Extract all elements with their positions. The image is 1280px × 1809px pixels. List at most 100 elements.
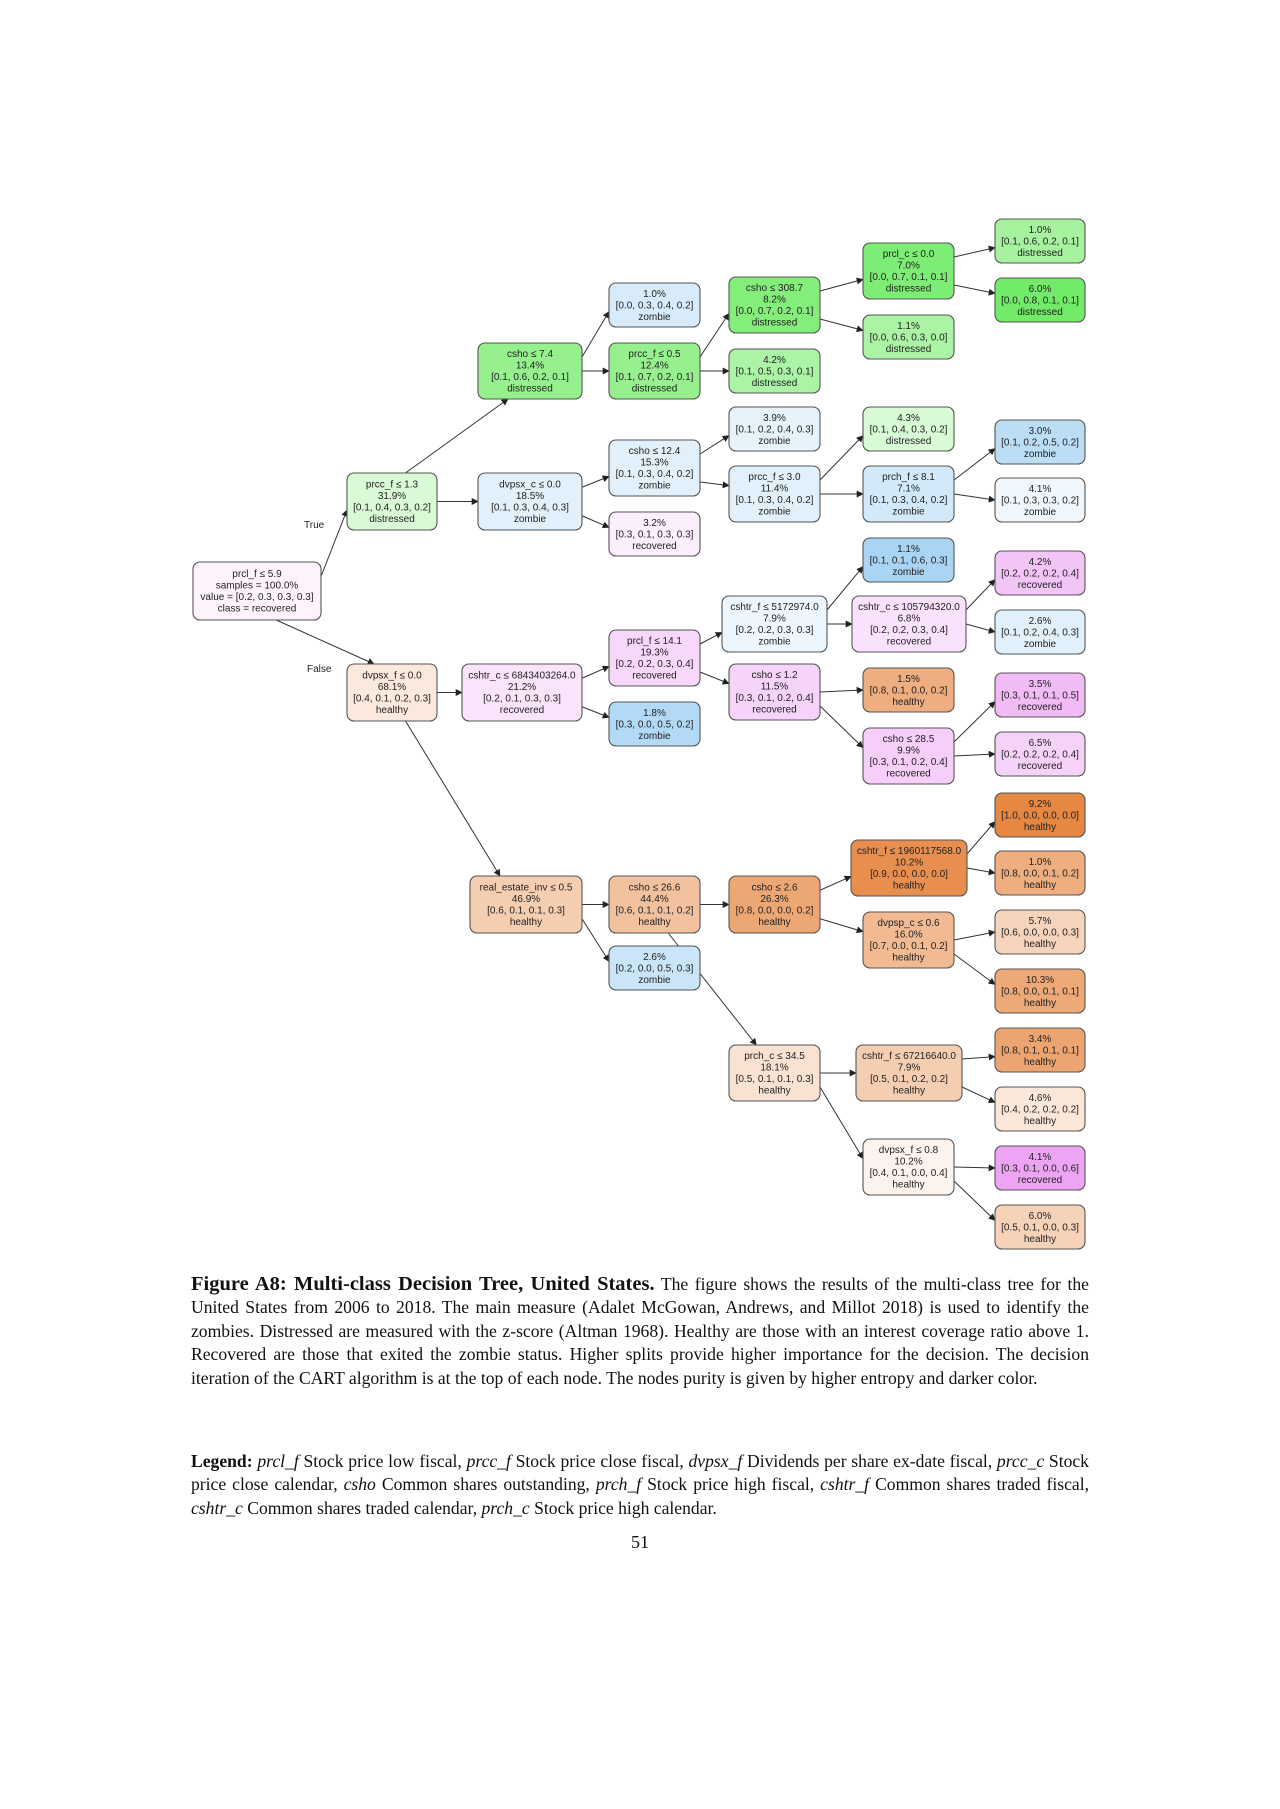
node-line: [0.6, 0.1, 0.1, 0.2] (616, 906, 694, 917)
tree-node-healthy: csho ≤ 26.644.4%[0.6, 0.1, 0.1, 0.2]heal… (608, 875, 701, 934)
tree-edge (405, 720, 501, 877)
node-line: prcl_f ≤ 14.1 (627, 636, 682, 647)
tree-node-zombie: 4.1%[0.1, 0.3, 0.3, 0.2]zombie (994, 477, 1086, 523)
node-line: 44.4% (640, 894, 668, 905)
node-line: 3.0% (1029, 426, 1052, 437)
node-line: 11.5% (761, 682, 789, 693)
figure-title: Figure A8: Multi-class Decision Tree, Un… (191, 1273, 655, 1295)
node-line: healthy (893, 881, 925, 892)
node-line: zombie (514, 514, 547, 525)
node-line: zombie (758, 436, 791, 447)
node-line: [0.5, 0.1, 0.2, 0.2] (870, 1074, 948, 1085)
legend-description: Stock price high calendar. (534, 1497, 717, 1518)
tree-node-healthy: 1.5%[0.8, 0.1, 0.0, 0.2]healthy (862, 667, 955, 713)
node-line: healthy (1024, 939, 1056, 950)
tree-edge (405, 398, 509, 474)
node-line: 3.2% (643, 518, 666, 529)
node-line: zombie (638, 481, 671, 492)
tree-edge (953, 245, 996, 258)
node-line: recovered (886, 769, 930, 780)
legend-description: Common shares outstanding, (381, 1474, 590, 1495)
tree-node-healthy: 9.2%[1.0, 0.0, 0.0, 0.0]healthy (994, 792, 1086, 838)
tree-node-zombie: 3.0%[0.1, 0.2, 0.5, 0.2]zombie (994, 419, 1086, 465)
tree-edge (953, 284, 996, 296)
node-line: 68.1% (378, 682, 406, 693)
node-line: 5.7% (1029, 916, 1052, 927)
node-line: distressed (507, 384, 553, 395)
node-line: zombie (638, 975, 671, 986)
node-line: [0.3, 0.0, 0.5, 0.2] (616, 719, 694, 730)
legend-item: prch_f Stock price high fiscal, (590, 1474, 814, 1494)
node-line: samples = 100.0% (216, 581, 299, 592)
tree-node-recovered: 6.5%[0.2, 0.2, 0.2, 0.4]recovered (994, 731, 1086, 777)
tree-node-distressed: 6.0%[0.0, 0.8, 0.1, 0.1]distressed (994, 277, 1086, 323)
node-line: [0.2, 0.2, 0.3, 0.3] (736, 625, 814, 636)
tree-node-recovered: 3.2%[0.3, 0.1, 0.3, 0.3]recovered (608, 511, 701, 557)
node-line: 6.0% (1029, 1211, 1052, 1222)
node-line: [1.0, 0.0, 0.0, 0.0] (1001, 810, 1079, 821)
node-line: [0.0, 0.3, 0.4, 0.2] (616, 300, 694, 311)
node-line: 6.8% (898, 614, 921, 625)
node-line: zombie (892, 507, 925, 518)
tree-node-healthy: 5.7%[0.6, 0.0, 0.0, 0.3]healthy (994, 909, 1086, 955)
node-line: prch_f ≤ 8.1 (882, 472, 935, 483)
node-line: zombie (758, 507, 791, 518)
node-line: healthy (1024, 880, 1056, 891)
legend-variable: prcc_c (992, 1451, 1049, 1471)
node-line: [0.3, 0.1, 0.2, 0.4] (870, 757, 948, 768)
tree-node-distressed: prcc_f ≤ 0.512.4%[0.1, 0.7, 0.2, 0.1]dis… (608, 342, 701, 400)
node-line: [0.5, 0.1, 0.1, 0.3] (736, 1074, 814, 1085)
tree-edge (966, 867, 996, 876)
tree-edge (953, 448, 996, 481)
tree-node-healthy: 3.4%[0.8, 0.1, 0.1, 0.1]healthy (994, 1027, 1086, 1073)
node-line: [0.9, 0.0, 0.0, 0.0] (870, 869, 948, 880)
node-line: [0.3, 0.1, 0.1, 0.5] (1001, 690, 1079, 701)
legend-description: Stock price close fiscal, (515, 1451, 684, 1471)
tree-edge (699, 481, 730, 489)
node-line: healthy (892, 697, 924, 708)
node-line: csho ≤ 12.4 (629, 446, 681, 457)
tree-edge (819, 918, 864, 934)
tree-edge (699, 435, 730, 455)
tree-edge (275, 619, 375, 665)
node-line: [0.1, 0.2, 0.5, 0.2] (1001, 437, 1079, 448)
tree-edge (819, 318, 864, 333)
legend-variable: csho (337, 1474, 382, 1495)
node-line: [0.1, 0.3, 0.4, 0.3] (491, 503, 569, 514)
node-line: healthy (758, 1086, 790, 1097)
node-line: healthy (1024, 1116, 1056, 1127)
node-line: [0.1, 0.2, 0.4, 0.3] (736, 424, 814, 435)
node-line: [0.5, 0.1, 0.0, 0.3] (1001, 1222, 1079, 1233)
node-line: dvpsx_f ≤ 0.0 (362, 671, 422, 682)
node-line: zombie (638, 312, 671, 323)
node-line: healthy (893, 1086, 925, 1097)
node-line: 31.9% (378, 491, 406, 502)
tree-edge (961, 1053, 996, 1061)
node-line: 18.5% (516, 491, 544, 502)
node-line: 18.1% (760, 1063, 788, 1074)
node-line: healthy (892, 1180, 924, 1191)
node-line: [0.4, 0.1, 0.2, 0.3] (353, 694, 431, 705)
node-line: [0.6, 0.1, 0.1, 0.3] (487, 906, 565, 917)
node-line: [0.4, 0.1, 0.0, 0.4] (870, 1168, 948, 1179)
legend-title: Legend: (191, 1451, 253, 1471)
tree-node-healthy: 1.0%[0.8, 0.0, 0.1, 0.2]healthy (994, 850, 1086, 896)
legend-item: cshtr_c Common shares traded calendar, (191, 1498, 477, 1518)
node-line: dvpsx_f ≤ 0.8 (879, 1145, 939, 1156)
node-line: [0.6, 0.0, 0.0, 0.3] (1001, 927, 1079, 938)
legend-variable: prch_c (477, 1497, 535, 1518)
legend-description: Stock price low fiscal, (303, 1451, 462, 1471)
node-line: csho ≤ 26.6 (629, 883, 681, 894)
node-line: recovered (887, 637, 931, 648)
legend-variable: prcc_f (461, 1451, 516, 1471)
node-line: [0.8, 0.0, 0.0, 0.2] (736, 906, 814, 917)
node-line: distressed (886, 436, 932, 447)
node-line: [0.1, 0.7, 0.2, 0.1] (616, 372, 694, 383)
tree-node-healthy: 6.0%[0.5, 0.1, 0.0, 0.3]healthy (994, 1204, 1086, 1250)
node-line: distressed (1017, 248, 1063, 259)
legend-item: dvpsx_f Dividends per share ex-date fisc… (684, 1451, 993, 1471)
node-line: distressed (886, 284, 932, 295)
legend-item: prch_c Stock price high calendar. (477, 1497, 717, 1518)
tree-node-zombie: 1.8%[0.3, 0.0, 0.5, 0.2]zombie (608, 701, 701, 747)
node-line: [0.1, 0.4, 0.3, 0.2] (870, 424, 948, 435)
